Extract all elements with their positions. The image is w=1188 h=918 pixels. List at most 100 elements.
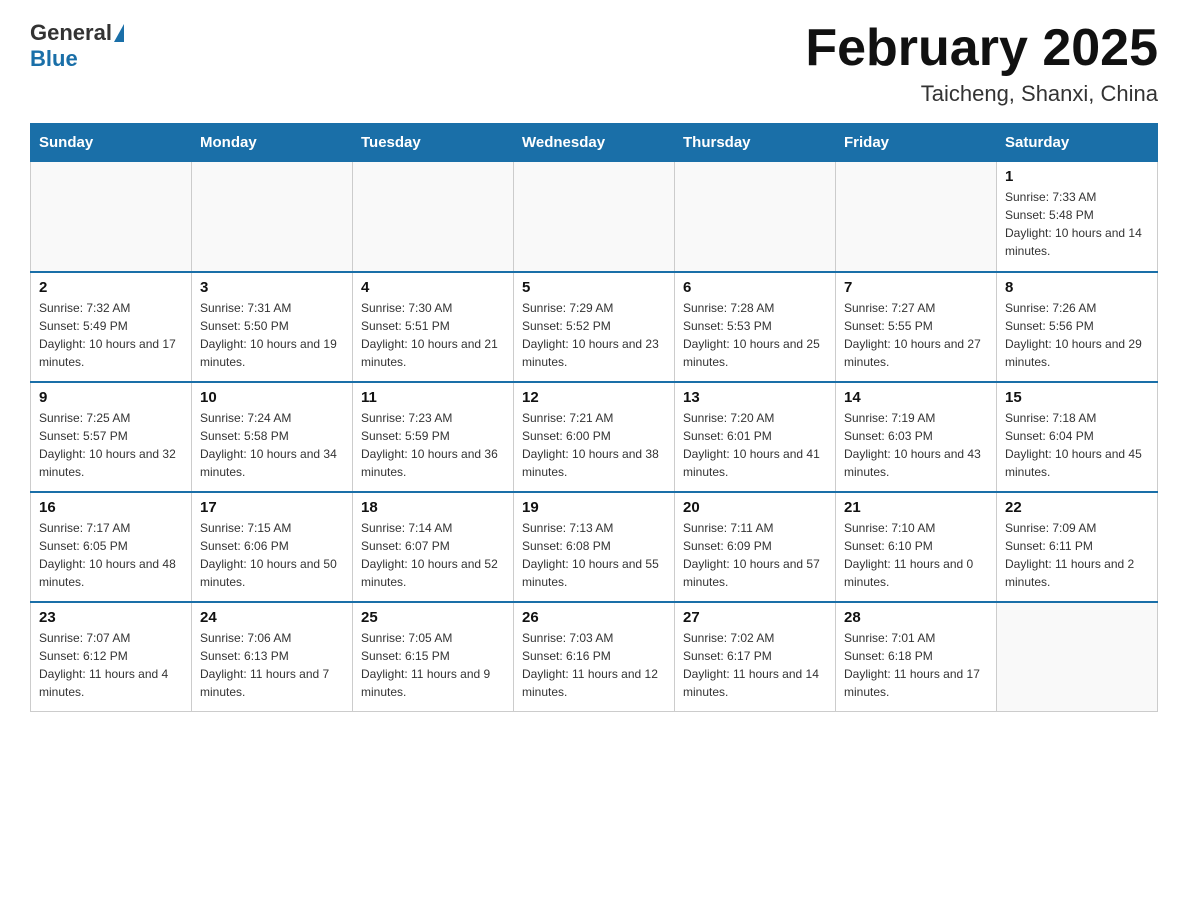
day-info: Sunrise: 7:29 AM Sunset: 5:52 PM Dayligh…: [522, 299, 666, 371]
day-info: Sunrise: 7:19 AM Sunset: 6:03 PM Dayligh…: [844, 409, 988, 481]
day-number: 4: [361, 279, 505, 296]
day-info: Sunrise: 7:13 AM Sunset: 6:08 PM Dayligh…: [522, 519, 666, 591]
calendar-day-cell: 17 Sunrise: 7:15 AM Sunset: 6:06 PM Dayli…: [192, 492, 353, 602]
calendar-day-cell: 13Sunrise: 7:20 AM Sunset: 6:01 PM Dayli…: [675, 382, 836, 492]
calendar-day-cell: [675, 162, 836, 272]
day-number: 11: [361, 389, 505, 406]
calendar-body: 1 Sunrise: 7:33 AM Sunset: 5:48 PM Daylig…: [31, 162, 1158, 712]
title-block: February 2025 Taicheng, Shanxi, China: [805, 20, 1158, 107]
day-info: Sunrise: 7:05 AM Sunset: 6:15 PM Dayligh…: [361, 629, 505, 701]
day-number: 22: [1005, 499, 1149, 516]
day-info: Sunrise: 7:27 AM Sunset: 5:55 PM Dayligh…: [844, 299, 988, 371]
calendar-day-cell: 11 Sunrise: 7:23 AM Sunset: 5:59 PM Dayli…: [353, 382, 514, 492]
day-info: Sunrise: 7:25 AM Sunset: 5:57 PM Dayligh…: [39, 409, 183, 481]
day-number: 15: [1005, 389, 1149, 406]
weekday-header-wednesday: Wednesday: [514, 124, 675, 162]
calendar-day-cell: 16Sunrise: 7:17 AM Sunset: 6:05 PM Dayli…: [31, 492, 192, 602]
day-number: 19: [522, 499, 666, 516]
calendar-day-cell: 9 Sunrise: 7:25 AM Sunset: 5:57 PM Daylig…: [31, 382, 192, 492]
day-number: 9: [39, 389, 183, 406]
logo: General Blue: [30, 20, 126, 72]
day-number: 8: [1005, 279, 1149, 296]
day-number: 10: [200, 389, 344, 406]
day-info: Sunrise: 7:15 AM Sunset: 6:06 PM Dayligh…: [200, 519, 344, 591]
day-info: Sunrise: 7:09 AM Sunset: 6:11 PM Dayligh…: [1005, 519, 1149, 591]
day-number: 21: [844, 499, 988, 516]
day-info: Sunrise: 7:01 AM Sunset: 6:18 PM Dayligh…: [844, 629, 988, 701]
calendar-subtitle: Taicheng, Shanxi, China: [805, 81, 1158, 107]
weekday-header-saturday: Saturday: [997, 124, 1158, 162]
calendar-day-cell: 15 Sunrise: 7:18 AM Sunset: 6:04 PM Dayli…: [997, 382, 1158, 492]
day-number: 12: [522, 389, 666, 406]
calendar-day-cell: [353, 162, 514, 272]
day-number: 27: [683, 609, 827, 626]
day-info: Sunrise: 7:10 AM Sunset: 6:10 PM Dayligh…: [844, 519, 988, 591]
calendar-week-row: 23 Sunrise: 7:07 AM Sunset: 6:12 PM Dayli…: [31, 602, 1158, 712]
day-number: 1: [1005, 168, 1149, 185]
day-number: 6: [683, 279, 827, 296]
calendar-day-cell: 7 Sunrise: 7:27 AM Sunset: 5:55 PM Daylig…: [836, 272, 997, 382]
day-info: Sunrise: 7:30 AM Sunset: 5:51 PM Dayligh…: [361, 299, 505, 371]
day-info: Sunrise: 7:07 AM Sunset: 6:12 PM Dayligh…: [39, 629, 183, 701]
day-number: 3: [200, 279, 344, 296]
calendar-day-cell: 10 Sunrise: 7:24 AM Sunset: 5:58 PM Dayli…: [192, 382, 353, 492]
calendar-day-cell: [192, 162, 353, 272]
day-info: Sunrise: 7:31 AM Sunset: 5:50 PM Dayligh…: [200, 299, 344, 371]
day-info: Sunrise: 7:32 AM Sunset: 5:49 PM Dayligh…: [39, 299, 183, 371]
weekday-header-row: SundayMondayTuesdayWednesdayThursdayFrid…: [31, 124, 1158, 162]
calendar-day-cell: 22 Sunrise: 7:09 AM Sunset: 6:11 PM Dayli…: [997, 492, 1158, 602]
day-info: Sunrise: 7:18 AM Sunset: 6:04 PM Dayligh…: [1005, 409, 1149, 481]
day-info: Sunrise: 7:20 AM Sunset: 6:01 PM Dayligh…: [683, 409, 827, 481]
calendar-day-cell: 2 Sunrise: 7:32 AM Sunset: 5:49 PM Daylig…: [31, 272, 192, 382]
day-number: 2: [39, 279, 183, 296]
calendar-day-cell: 21 Sunrise: 7:10 AM Sunset: 6:10 PM Dayli…: [836, 492, 997, 602]
day-number: 23: [39, 609, 183, 626]
day-info: Sunrise: 7:28 AM Sunset: 5:53 PM Dayligh…: [683, 299, 827, 371]
calendar-day-cell: 19 Sunrise: 7:13 AM Sunset: 6:08 PM Dayli…: [514, 492, 675, 602]
day-number: 7: [844, 279, 988, 296]
logo-blue-text: Blue: [30, 46, 78, 72]
weekday-header-sunday: Sunday: [31, 124, 192, 162]
page-header: General Blue February 2025 Taicheng, Sha…: [30, 20, 1158, 107]
logo-triangle-icon: [114, 24, 124, 42]
calendar-day-cell: 20Sunrise: 7:11 AM Sunset: 6:09 PM Dayli…: [675, 492, 836, 602]
calendar-day-cell: [514, 162, 675, 272]
weekday-header-thursday: Thursday: [675, 124, 836, 162]
weekday-header-tuesday: Tuesday: [353, 124, 514, 162]
calendar-week-row: 2 Sunrise: 7:32 AM Sunset: 5:49 PM Daylig…: [31, 272, 1158, 382]
calendar-title: February 2025: [805, 20, 1158, 77]
calendar-day-cell: 26 Sunrise: 7:03 AM Sunset: 6:16 PM Dayli…: [514, 602, 675, 712]
calendar-day-cell: [31, 162, 192, 272]
calendar-header: SundayMondayTuesdayWednesdayThursdayFrid…: [31, 124, 1158, 162]
logo-general-text: General: [30, 20, 112, 46]
calendar-day-cell: 28 Sunrise: 7:01 AM Sunset: 6:18 PM Dayli…: [836, 602, 997, 712]
day-number: 25: [361, 609, 505, 626]
calendar-week-row: 1 Sunrise: 7:33 AM Sunset: 5:48 PM Daylig…: [31, 162, 1158, 272]
calendar-day-cell: 14Sunrise: 7:19 AM Sunset: 6:03 PM Dayli…: [836, 382, 997, 492]
calendar-day-cell: 5 Sunrise: 7:29 AM Sunset: 5:52 PM Daylig…: [514, 272, 675, 382]
day-number: 20: [683, 499, 827, 516]
calendar-day-cell: 24Sunrise: 7:06 AM Sunset: 6:13 PM Dayli…: [192, 602, 353, 712]
weekday-header-monday: Monday: [192, 124, 353, 162]
calendar-day-cell: 23 Sunrise: 7:07 AM Sunset: 6:12 PM Dayli…: [31, 602, 192, 712]
day-info: Sunrise: 7:33 AM Sunset: 5:48 PM Dayligh…: [1005, 188, 1149, 260]
day-number: 18: [361, 499, 505, 516]
calendar-day-cell: 18Sunrise: 7:14 AM Sunset: 6:07 PM Dayli…: [353, 492, 514, 602]
calendar-day-cell: 1 Sunrise: 7:33 AM Sunset: 5:48 PM Daylig…: [997, 162, 1158, 272]
day-number: 26: [522, 609, 666, 626]
day-number: 17: [200, 499, 344, 516]
day-info: Sunrise: 7:03 AM Sunset: 6:16 PM Dayligh…: [522, 629, 666, 701]
calendar-day-cell: 3 Sunrise: 7:31 AM Sunset: 5:50 PM Daylig…: [192, 272, 353, 382]
day-number: 16: [39, 499, 183, 516]
weekday-header-friday: Friday: [836, 124, 997, 162]
day-info: Sunrise: 7:24 AM Sunset: 5:58 PM Dayligh…: [200, 409, 344, 481]
calendar-day-cell: 25 Sunrise: 7:05 AM Sunset: 6:15 PM Dayli…: [353, 602, 514, 712]
day-info: Sunrise: 7:02 AM Sunset: 6:17 PM Dayligh…: [683, 629, 827, 701]
day-info: Sunrise: 7:23 AM Sunset: 5:59 PM Dayligh…: [361, 409, 505, 481]
calendar-day-cell: [997, 602, 1158, 712]
day-number: 5: [522, 279, 666, 296]
calendar-day-cell: 8Sunrise: 7:26 AM Sunset: 5:56 PM Daylig…: [997, 272, 1158, 382]
day-info: Sunrise: 7:21 AM Sunset: 6:00 PM Dayligh…: [522, 409, 666, 481]
calendar-day-cell: [836, 162, 997, 272]
day-number: 28: [844, 609, 988, 626]
